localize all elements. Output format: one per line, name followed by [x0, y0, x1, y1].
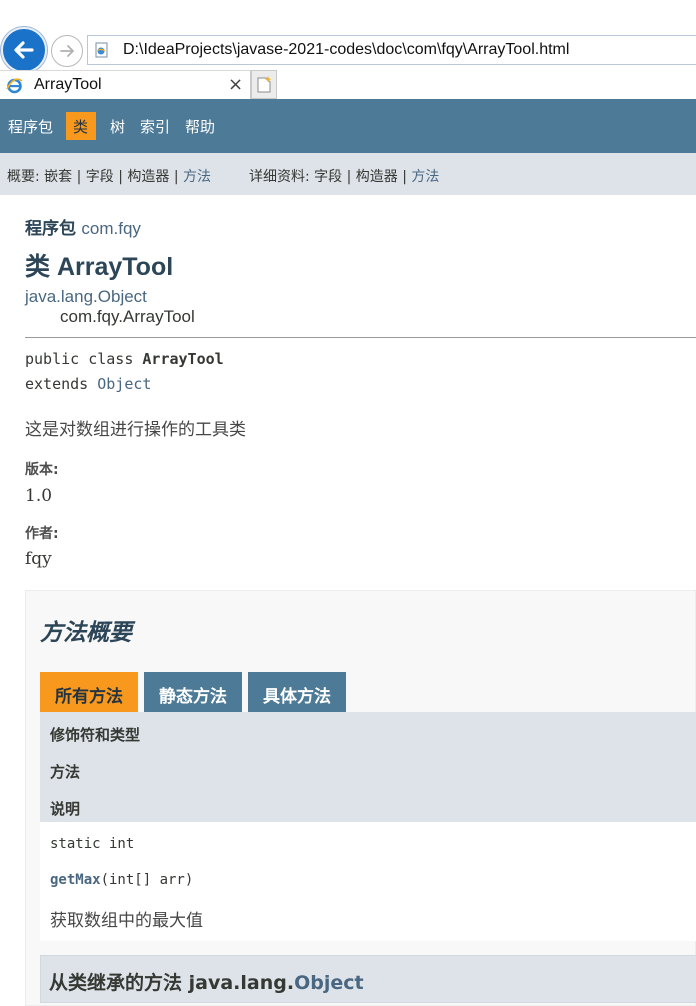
summary-nav: 概要: 嵌套 | 字段 | 构造器 | 方法	[7, 166, 211, 186]
tab-static-methods[interactable]: 静态方法	[144, 672, 242, 712]
inheritance-child: com.fqy.ArrayTool	[60, 307, 195, 326]
inherited-object-link[interactable]: Object	[294, 972, 364, 994]
method-summary-title: 方法概要	[40, 620, 132, 646]
tab-concrete-methods[interactable]: 具体方法	[248, 672, 346, 712]
package-label: 程序包	[25, 219, 76, 239]
method-modifier: static int	[50, 836, 135, 852]
method-signature: getMax(int[] arr)	[50, 872, 193, 888]
nav-class-label: 类	[73, 118, 89, 136]
header-description: 说明	[50, 800, 81, 818]
divider	[25, 337, 696, 338]
nav-class-current: 类	[66, 112, 96, 140]
address-bar[interactable]: D:\IdeaProjects\javase-2021-codes\doc\co…	[87, 35, 696, 65]
inherited-methods-header: 从类继承的方法 java.lang.Object	[40, 955, 696, 1003]
nav-help-link[interactable]: 帮助	[185, 116, 215, 137]
forward-button[interactable]	[51, 35, 83, 67]
tab-strip: ArrayTool ×	[0, 70, 696, 99]
package-line: 程序包 com.fqy	[25, 214, 141, 239]
summary-nav-prefix: 概要: 嵌套 | 字段 | 构造器 |	[7, 169, 184, 185]
summary-method-link[interactable]: 方法	[183, 169, 211, 185]
sub-navbar: 概要: 嵌套 | 字段 | 构造器 | 方法 详细资料: 字段 | 构造器 | …	[0, 153, 696, 195]
author-value: fqy	[25, 549, 52, 569]
page-icon	[95, 42, 108, 58]
tab-all-methods[interactable]: 所有方法	[40, 672, 138, 712]
detail-method-link[interactable]: 方法	[411, 169, 439, 185]
package-link[interactable]: com.fqy	[81, 219, 141, 238]
ie-icon	[6, 78, 23, 94]
page-title: 类 ArrayTool	[25, 253, 174, 281]
method-summary: 方法概要 所有方法 静态方法 具体方法 修饰符和类型 方法 说明 static …	[25, 590, 696, 1006]
extends-object-link[interactable]: Object	[97, 375, 151, 393]
header-modifier-type: 修饰符和类型	[50, 726, 141, 744]
extends-line: extends Object	[25, 375, 151, 393]
version-value: 1.0	[25, 486, 53, 506]
table-header: 修饰符和类型 方法 说明	[40, 712, 696, 822]
signature-class-name: ArrayTool	[142, 350, 224, 368]
nav-tree-link[interactable]: 树	[110, 116, 125, 137]
version-label: 版本:	[25, 462, 59, 478]
method-params: (int[] arr)	[100, 872, 194, 888]
close-icon[interactable]: ×	[228, 74, 243, 95]
new-tab-icon	[257, 76, 272, 93]
arrow-left-icon	[14, 41, 34, 59]
class-signature: public class ArrayTool	[25, 350, 224, 368]
inherited-prefix: 从类继承的方法 java.lang.	[49, 972, 295, 994]
nav-index-link[interactable]: 索引	[140, 116, 170, 137]
extends-keyword: extends	[25, 375, 98, 393]
back-button[interactable]	[1, 27, 47, 73]
author-label: 作者:	[25, 526, 59, 542]
signature-prefix: public class	[25, 350, 143, 368]
arrow-right-icon	[60, 45, 74, 57]
detail-nav: 详细资料: 字段 | 构造器 | 方法	[249, 166, 439, 186]
method-description: 获取数组中的最大值	[50, 911, 203, 931]
inherited-methods-title: 从类继承的方法 java.lang.Object	[49, 968, 364, 995]
browser-tab[interactable]: ArrayTool ×	[0, 70, 251, 99]
address-text: D:\IdeaProjects\javase-2021-codes\doc\co…	[123, 41, 570, 58]
nav-package-link[interactable]: 程序包	[8, 116, 53, 137]
header-method: 方法	[50, 763, 81, 781]
table-row: static int getMax(int[] arr) 获取数组中的最大值	[40, 822, 696, 941]
class-description: 这是对数组进行操作的工具类	[25, 420, 246, 440]
browser-toolbar: D:\IdeaProjects\javase-2021-codes\doc\co…	[0, 0, 696, 73]
inheritance-parent-link[interactable]: java.lang.Object	[25, 287, 147, 307]
tab-title: ArrayTool	[34, 76, 102, 93]
top-navbar: 程序包 类 树 索引 帮助	[0, 99, 696, 153]
detail-nav-prefix: 详细资料: 字段 | 构造器 |	[249, 169, 412, 185]
method-getmax-link[interactable]: getMax	[50, 872, 101, 888]
new-tab-button[interactable]	[251, 70, 277, 99]
